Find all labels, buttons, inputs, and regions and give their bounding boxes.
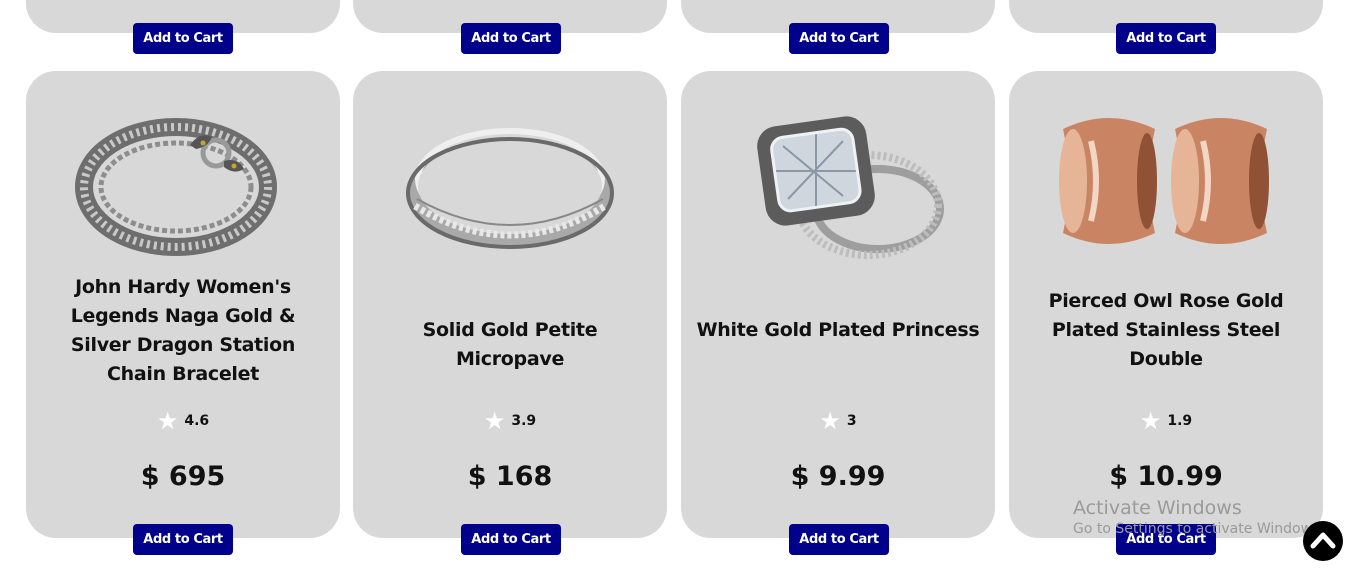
product-title: White Gold Plated Princess xyxy=(696,319,980,341)
product-price: $ 168 xyxy=(467,461,553,492)
product-card[interactable]: Solid Gold Petite Micropave ★ 3.9 $ 168 xyxy=(353,71,667,538)
rating-value: 3 xyxy=(846,413,857,429)
star-icon: ★ xyxy=(483,407,506,435)
product-image-bracelet[interactable] xyxy=(68,101,298,263)
rating-value: 1.9 xyxy=(1167,413,1193,429)
add-to-cart-button[interactable]: Add to Cart xyxy=(461,23,561,54)
product-price: $ 10.99 xyxy=(1109,461,1223,492)
product-image-princess-ring[interactable] xyxy=(723,101,953,263)
add-to-cart-button[interactable]: Add to Cart xyxy=(1116,23,1216,54)
product-title: Pierced Owl Rose Gold Plated Stainless S… xyxy=(1048,290,1284,370)
star-icon: ★ xyxy=(1139,407,1162,435)
add-to-cart-button[interactable]: Add to Cart xyxy=(133,524,233,555)
product-rating: ★ 1.9 xyxy=(1009,409,1323,433)
product-rating: ★ 3 xyxy=(681,409,995,433)
product-card[interactable]: White Gold Plated Princess ★ 3 $ 9.99 xyxy=(681,71,995,538)
rating-value: 3.9 xyxy=(511,413,537,429)
star-icon: ★ xyxy=(819,407,841,435)
add-to-cart-button[interactable]: Add to Cart xyxy=(1116,524,1216,555)
product-price: $ 695 xyxy=(140,461,226,492)
product-title: Solid Gold Petite Micropave xyxy=(422,319,598,370)
product-card[interactable]: John Hardy Women's Legends Naga Gold & S… xyxy=(26,71,340,538)
scroll-to-top-button[interactable] xyxy=(1303,521,1343,561)
star-icon: ★ xyxy=(156,407,179,435)
product-price: $ 9.99 xyxy=(790,461,886,492)
add-to-cart-button[interactable]: Add to Cart xyxy=(461,524,561,555)
add-to-cart-button[interactable]: Add to Cart xyxy=(789,23,889,54)
product-title: John Hardy Women's Legends Naga Gold & S… xyxy=(70,276,296,385)
product-rating: ★ 4.6 xyxy=(26,409,340,433)
chevron-up-icon xyxy=(1310,532,1336,549)
product-card[interactable]: Pierced Owl Rose Gold Plated Stainless S… xyxy=(1009,71,1323,538)
product-image-ring[interactable] xyxy=(395,101,625,263)
product-rating: ★ 3.9 xyxy=(353,409,667,433)
product-image-tunnel-earrings[interactable] xyxy=(1051,101,1281,263)
rating-value: 4.6 xyxy=(184,413,210,429)
add-to-cart-button[interactable]: Add to Cart xyxy=(789,524,889,555)
add-to-cart-button[interactable]: Add to Cart xyxy=(133,23,233,54)
